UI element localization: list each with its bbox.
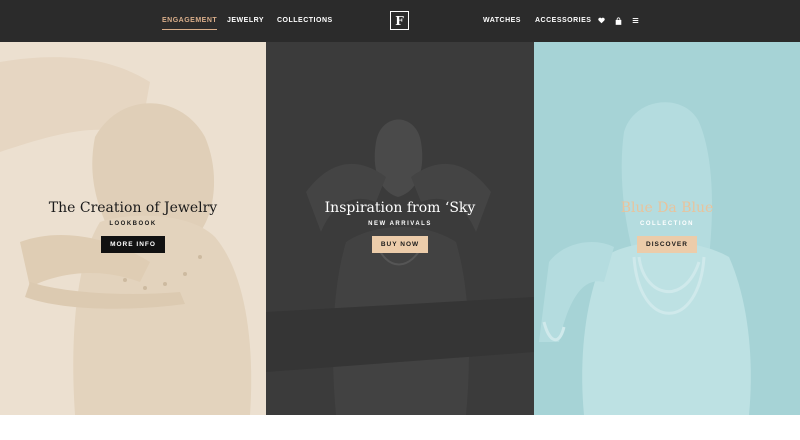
hero-panel-collection: Blue Da Blue Collection Discover: [534, 42, 800, 415]
discover-button[interactable]: Discover: [637, 236, 697, 253]
active-nav-underline: [162, 29, 218, 30]
heart-icon[interactable]: [597, 16, 606, 25]
menu-icon[interactable]: [631, 16, 640, 25]
panel-subtitle: Lookbook: [109, 221, 157, 227]
nav-link-label: Engagement: [162, 17, 218, 24]
panel-title: Inspiration from ‘Sky: [324, 200, 476, 216]
panel-subtitle: New Arrivals: [368, 221, 432, 227]
panel-caption: Inspiration from ‘Sky New Arrivals Buy N…: [266, 200, 534, 253]
nav-link-engagement[interactable]: Engagement: [162, 17, 218, 30]
more-info-button[interactable]: More Info: [101, 236, 165, 253]
hero-panel-lookbook: The Creation of Jewelry Lookbook More In…: [0, 42, 266, 415]
hero-panel-new-arrivals: Inspiration from ‘Sky New Arrivals Buy N…: [266, 42, 534, 415]
panel-title: The Creation of Jewelry: [48, 200, 218, 216]
panel-caption: Blue Da Blue Collection Discover: [534, 200, 800, 253]
page-footer-strip: [0, 415, 800, 440]
nav-link-collections[interactable]: Collections: [277, 17, 333, 24]
nav-link-jewelry[interactable]: Jewelry: [227, 17, 264, 24]
top-navigation-bar: Engagement Jewelry Collections F Watches…: [0, 0, 800, 42]
panel-subtitle: Collection: [640, 221, 694, 227]
nav-link-watches[interactable]: Watches: [483, 17, 521, 24]
buy-now-button[interactable]: Buy Now: [371, 236, 429, 253]
panel-caption: The Creation of Jewelry Lookbook More In…: [0, 200, 266, 253]
brand-logo[interactable]: F: [390, 11, 409, 30]
nav-link-accessories[interactable]: Accessories: [535, 17, 591, 24]
panel-title: Blue Da Blue: [620, 200, 714, 216]
bag-icon[interactable]: [614, 16, 623, 25]
